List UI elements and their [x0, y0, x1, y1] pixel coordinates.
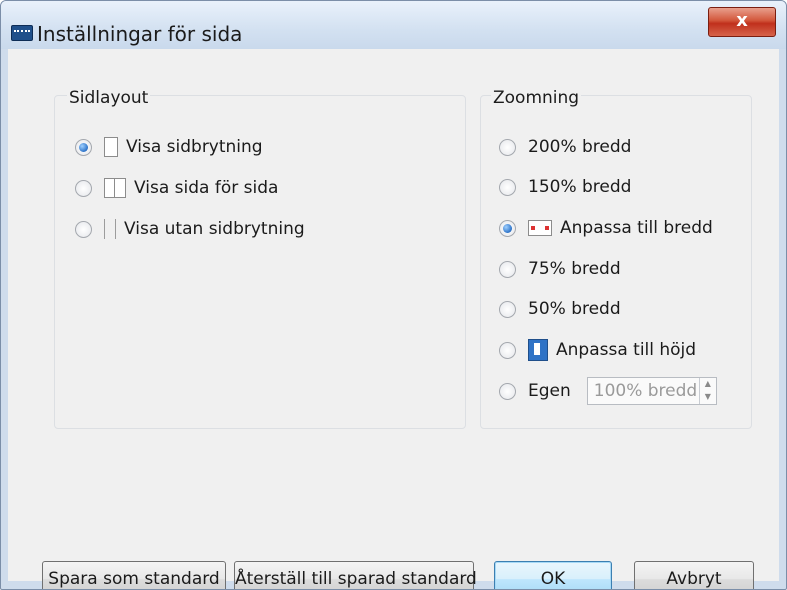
- radio-button[interactable]: [75, 220, 92, 238]
- custom-zoom-spinbox[interactable]: 100% bredd ▲ ▼: [586, 377, 717, 405]
- spin-up-icon[interactable]: ▲: [700, 378, 716, 391]
- spin-down-icon[interactable]: ▼: [700, 391, 716, 404]
- option-label: Egen: [528, 381, 571, 401]
- zoom-option-150[interactable]: 150% bredd: [499, 172, 631, 202]
- zoom-option-200[interactable]: 200% bredd: [499, 132, 631, 162]
- dialog-title: Inställningar för sida: [37, 22, 243, 46]
- fit-width-icon: [528, 220, 552, 236]
- radio-button[interactable]: [75, 138, 92, 156]
- cancel-button[interactable]: Avbryt: [634, 561, 754, 589]
- option-label: Visa sidbrytning: [126, 137, 263, 157]
- radio-button[interactable]: [499, 300, 516, 318]
- layout-group: Sidlayout Visa sidbrytning Visa sida för…: [54, 88, 466, 429]
- layout-group-label: Sidlayout: [67, 88, 151, 108]
- custom-zoom-value[interactable]: 100% bredd: [588, 378, 699, 404]
- zoom-option-75[interactable]: 75% bredd: [499, 254, 621, 284]
- close-button[interactable]: x: [708, 7, 776, 37]
- zoom-group: Zoomning 200% bredd 150% bredd Anpassa t…: [480, 88, 752, 429]
- two-page-icon: [104, 178, 126, 198]
- restore-default-button[interactable]: Återställ till sparad standard: [234, 561, 477, 589]
- option-label: 200% bredd: [528, 137, 632, 157]
- radio-button[interactable]: [499, 178, 516, 196]
- option-label: Visa sida för sida: [134, 178, 279, 198]
- option-label: 150% bredd: [528, 177, 632, 197]
- layout-option-page-break[interactable]: Visa sidbrytning: [75, 132, 263, 162]
- dialog-body: Sidlayout Visa sidbrytning Visa sida för…: [8, 49, 779, 589]
- page-settings-dialog: Inställningar för sida x Sidlayout Visa …: [0, 0, 787, 590]
- option-label: Visa utan sidbrytning: [124, 219, 305, 239]
- zoom-option-fit-width[interactable]: Anpassa till bredd: [499, 213, 713, 243]
- single-page-icon: [104, 137, 118, 157]
- fit-height-icon: [528, 339, 548, 361]
- radio-button[interactable]: [499, 219, 516, 237]
- option-label: 75% bredd: [528, 259, 621, 279]
- radio-button[interactable]: [499, 260, 516, 278]
- radio-button[interactable]: [75, 179, 92, 197]
- app-icon: [11, 25, 33, 41]
- radio-button[interactable]: [499, 382, 516, 400]
- option-label: Anpassa till bredd: [560, 218, 713, 238]
- radio-button[interactable]: [499, 138, 516, 156]
- zoom-group-label: Zoomning: [491, 88, 582, 108]
- continuous-page-icon: [104, 219, 116, 239]
- spin-buttons[interactable]: ▲ ▼: [698, 378, 716, 404]
- ok-button[interactable]: OK: [494, 561, 612, 589]
- zoom-option-fit-height[interactable]: Anpassa till höjd: [499, 335, 696, 365]
- zoom-option-custom[interactable]: Egen 100% bredd ▲ ▼: [499, 376, 717, 406]
- layout-option-continuous[interactable]: Visa utan sidbrytning: [75, 214, 305, 244]
- option-label: 50% bredd: [528, 299, 621, 319]
- layout-option-page-by-page[interactable]: Visa sida för sida: [75, 173, 278, 203]
- title-bar[interactable]: Inställningar för sida x: [1, 1, 786, 49]
- save-as-default-button[interactable]: Spara som standard: [42, 561, 226, 589]
- zoom-option-50[interactable]: 50% bredd: [499, 294, 621, 324]
- option-label: Anpassa till höjd: [556, 340, 697, 360]
- radio-button[interactable]: [499, 341, 516, 359]
